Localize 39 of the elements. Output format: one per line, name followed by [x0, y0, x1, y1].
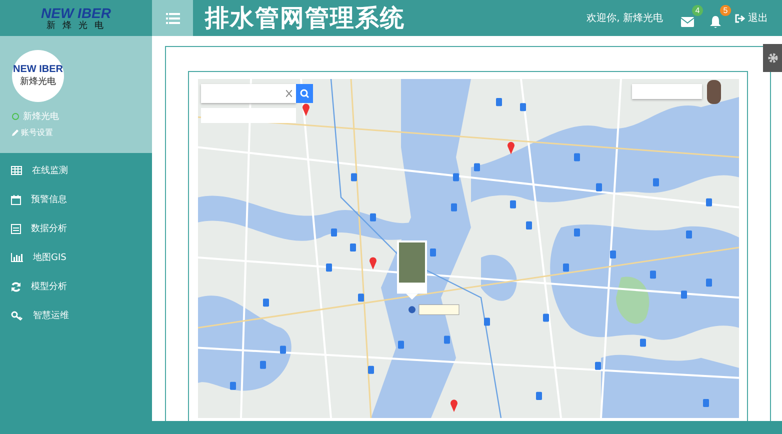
map-search-field[interactable] [201, 84, 296, 103]
search-icon [300, 89, 309, 98]
settings-tab[interactable] [763, 44, 782, 72]
sign-out-icon [735, 14, 745, 22]
logo-subtitle: 新 烽 光 电 [46, 22, 106, 30]
account-settings-link[interactable]: 账号设置 [12, 127, 152, 138]
menu-toggle-button[interactable] [152, 0, 193, 36]
avatar-brand: NEW IBER [13, 65, 63, 75]
app-title: 排水管网管理系统 [205, 2, 406, 34]
pencil-icon [12, 129, 19, 136]
search-button[interactable] [296, 84, 313, 103]
settings-icon [767, 52, 779, 64]
message-count-badge: 4 [692, 5, 703, 16]
calendar-icon [11, 194, 21, 204]
photo-placeholder [707, 80, 721, 104]
sidebar-menu-item[interactable]: 模型分析 [0, 272, 152, 301]
clear-icon [286, 90, 292, 97]
form-icon [11, 224, 21, 234]
logo-brand: NEW IBER [41, 6, 111, 20]
alerts-button[interactable]: 5 [707, 5, 731, 31]
sidebar-menu-item[interactable]: 智慧运维 [0, 301, 152, 330]
sidebar-menu-item[interactable]: 在线监测 [0, 156, 152, 185]
avatar-subtitle: 新烽光电 [20, 78, 56, 87]
menu-icon [166, 12, 180, 24]
user-name: 新烽光电 [23, 110, 59, 123]
key-icon [11, 310, 23, 320]
sidebar-menu-item[interactable]: 地图GIS [0, 243, 152, 272]
envelope-icon [680, 17, 694, 27]
table-icon [11, 166, 22, 175]
sidebar-menu-item[interactable]: 数据分析 [0, 214, 152, 243]
refresh-icon [11, 282, 21, 292]
sidebar-menu-item[interactable]: 预警信息 [0, 185, 152, 214]
bar-chart-icon [11, 253, 23, 262]
messages-button[interactable]: 4 [679, 5, 703, 31]
map-toolbar[interactable] [632, 84, 702, 99]
welcome-text: 欢迎你, 新烽光电 [586, 12, 663, 25]
alert-count-badge: 5 [720, 5, 731, 16]
bell-icon [710, 16, 720, 28]
logout-button[interactable]: 退出 [735, 11, 768, 25]
